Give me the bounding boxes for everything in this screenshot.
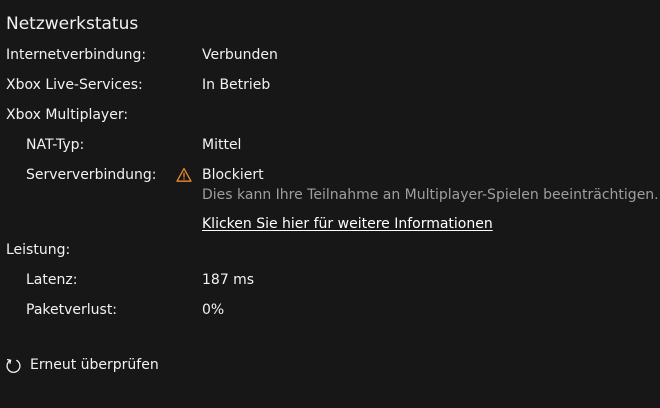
performance-heading: Leistung:	[6, 242, 71, 258]
more-info-link[interactable]: Klicken Sie hier für weitere Information…	[202, 215, 493, 233]
internet-connection-value: Verbunden	[202, 47, 278, 63]
refresh-icon	[5, 357, 22, 374]
server-connection-label: Serververbindung:	[26, 167, 157, 183]
packet-loss-value: 0%	[202, 302, 225, 318]
internet-connection-label: Internetverbindung:	[6, 47, 147, 63]
server-connection-description: Dies kann Ihre Teilnahme an Multiplayer-…	[202, 187, 659, 203]
xbox-multiplayer-heading: Xbox Multiplayer:	[6, 107, 129, 123]
recheck-button[interactable]: Erneut überprüfen	[5, 355, 159, 375]
recheck-button-label: Erneut überprüfen	[30, 357, 159, 373]
network-status-panel: Netzwerkstatus Internetverbindung: Verbu…	[0, 0, 660, 408]
packet-loss-label: Paketverlust:	[26, 302, 118, 318]
xbox-live-services-value: In Betrieb	[202, 77, 271, 93]
latency-label: Latenz:	[26, 272, 78, 288]
xbox-live-services-label: Xbox Live-Services:	[6, 77, 143, 93]
nat-type-label: NAT-Typ:	[26, 137, 85, 153]
warning-icon	[176, 167, 192, 183]
page-title: Netzwerkstatus	[6, 14, 139, 34]
nat-type-value: Mittel	[202, 137, 242, 153]
latency-value: 187 ms	[202, 272, 255, 288]
server-connection-value: Blockiert	[202, 167, 264, 183]
